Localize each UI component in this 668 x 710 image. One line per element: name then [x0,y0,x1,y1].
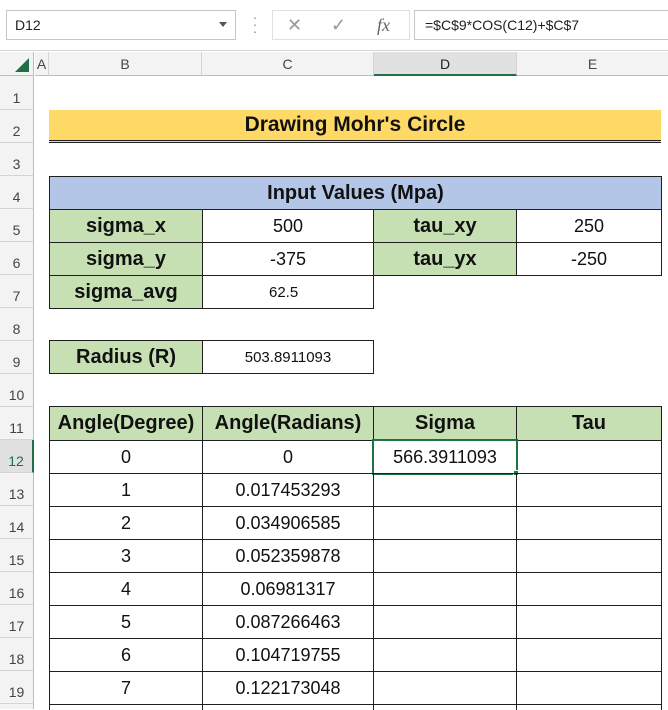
table-cell[interactable] [373,671,517,705]
table-cell[interactable] [516,671,662,705]
tau-xy-label: tau_xy [373,209,517,243]
table-cell[interactable]: 1 [49,473,203,507]
table-cell[interactable] [373,506,517,540]
insert-function-icon[interactable]: fx [377,15,390,36]
tau-yx-value[interactable]: -250 [516,242,662,276]
cancel-icon[interactable]: ✕ [287,15,302,36]
column-header-d[interactable]: D [374,52,517,76]
table-cell[interactable] [202,704,374,710]
tau-xy-value[interactable]: 250 [516,209,662,243]
row-header-12[interactable]: 12 [0,440,34,473]
table-cell-selected[interactable]: 566.3911093 [373,440,517,474]
sigma-y-value[interactable]: -375 [202,242,374,276]
input-values-header: Input Values (Mpa) [49,176,662,210]
table-cell[interactable]: 0.087266463 [202,605,374,639]
table-header-tau: Tau [516,406,662,441]
column-header-e[interactable]: E [517,52,668,76]
row-header-10[interactable]: 10 [0,374,34,407]
row-header-2[interactable]: 2 [0,110,34,143]
select-all-corner[interactable] [0,52,34,76]
formula-input[interactable]: =$C$9*COS(C12)+$C$7 [414,10,668,40]
page-title: Drawing Mohr's Circle [49,110,661,143]
sigma-avg-label: sigma_avg [49,275,203,309]
row-header-11[interactable]: 11 [0,407,34,440]
select-all-icon [15,58,29,72]
radius-value[interactable]: 503.8911093 [202,340,374,374]
table-cell[interactable] [373,704,517,710]
table-cell[interactable]: 3 [49,539,203,573]
formula-buttons: ✕ ✓ fx [272,10,410,40]
row-header-17[interactable]: 17 [0,605,34,638]
table-cell[interactable] [373,572,517,606]
column-header-a[interactable]: A [35,52,49,76]
row-header-6[interactable]: 6 [0,242,34,275]
table-cell[interactable] [373,638,517,672]
table-header-sigma: Sigma [373,406,517,441]
table-cell[interactable]: 0.034906585 [202,506,374,540]
enter-icon[interactable]: ✓ [331,15,346,36]
table-cell[interactable]: 0.122173048 [202,671,374,705]
table-cell[interactable]: 0.017453293 [202,473,374,507]
table-cell[interactable]: 0 [49,440,203,474]
table-header-angle-degree: Angle(Degree) [49,406,203,441]
row-header-3[interactable]: 3 [0,143,34,176]
formula-bar: D12 · · · ✕ ✓ fx =$C$9*COS(C12)+$C$7 [0,0,668,51]
row-header-20[interactable] [0,704,34,709]
table-cell[interactable]: 0.104719755 [202,638,374,672]
table-cell[interactable] [516,539,662,573]
column-header-b[interactable]: B [49,52,202,76]
row-header-1[interactable]: 1 [0,76,34,110]
table-cell[interactable]: 0.06981317 [202,572,374,606]
row-header-16[interactable]: 16 [0,572,34,605]
row-header-4[interactable]: 4 [0,176,34,209]
name-box[interactable]: D12 [6,10,236,40]
table-cell[interactable]: 6 [49,638,203,672]
sigma-y-label: sigma_y [49,242,203,276]
table-cell[interactable] [49,704,203,710]
sigma-x-value[interactable]: 500 [202,209,374,243]
table-cell[interactable] [516,704,662,710]
row-header-19[interactable]: 19 [0,671,34,704]
row-header-18[interactable]: 18 [0,638,34,671]
row-header-15[interactable]: 15 [0,539,34,572]
table-cell[interactable]: 4 [49,572,203,606]
row-header-8[interactable]: 8 [0,308,34,341]
row-header-9[interactable]: 9 [0,341,34,374]
column-header-c[interactable]: C [202,52,374,76]
table-cell[interactable] [516,572,662,606]
row-header-5[interactable]: 5 [0,209,34,242]
tau-yx-label: tau_yx [373,242,517,276]
name-box-value: D12 [15,17,41,33]
table-cell[interactable] [516,440,662,474]
row-header-14[interactable]: 14 [0,506,34,539]
chevron-down-icon[interactable] [219,22,227,27]
table-cell[interactable]: 7 [49,671,203,705]
table-header-angle-radians: Angle(Radians) [202,406,374,441]
table-cell[interactable]: 0 [202,440,374,474]
table-cell[interactable] [516,473,662,507]
table-cell[interactable] [516,638,662,672]
table-cell[interactable]: 0.052359878 [202,539,374,573]
table-cell[interactable] [373,605,517,639]
table-cell[interactable]: 5 [49,605,203,639]
row-header-13[interactable]: 13 [0,473,34,506]
radius-label: Radius (R) [49,340,203,374]
sigma-avg-value[interactable]: 62.5 [202,275,374,309]
table-cell[interactable] [516,605,662,639]
row-header-7[interactable]: 7 [0,275,34,308]
table-cell[interactable] [373,539,517,573]
table-cell[interactable]: 2 [49,506,203,540]
table-cell[interactable] [516,506,662,540]
more-options-icon[interactable]: · · · [252,10,258,38]
table-cell[interactable] [373,473,517,507]
sigma-x-label: sigma_x [49,209,203,243]
